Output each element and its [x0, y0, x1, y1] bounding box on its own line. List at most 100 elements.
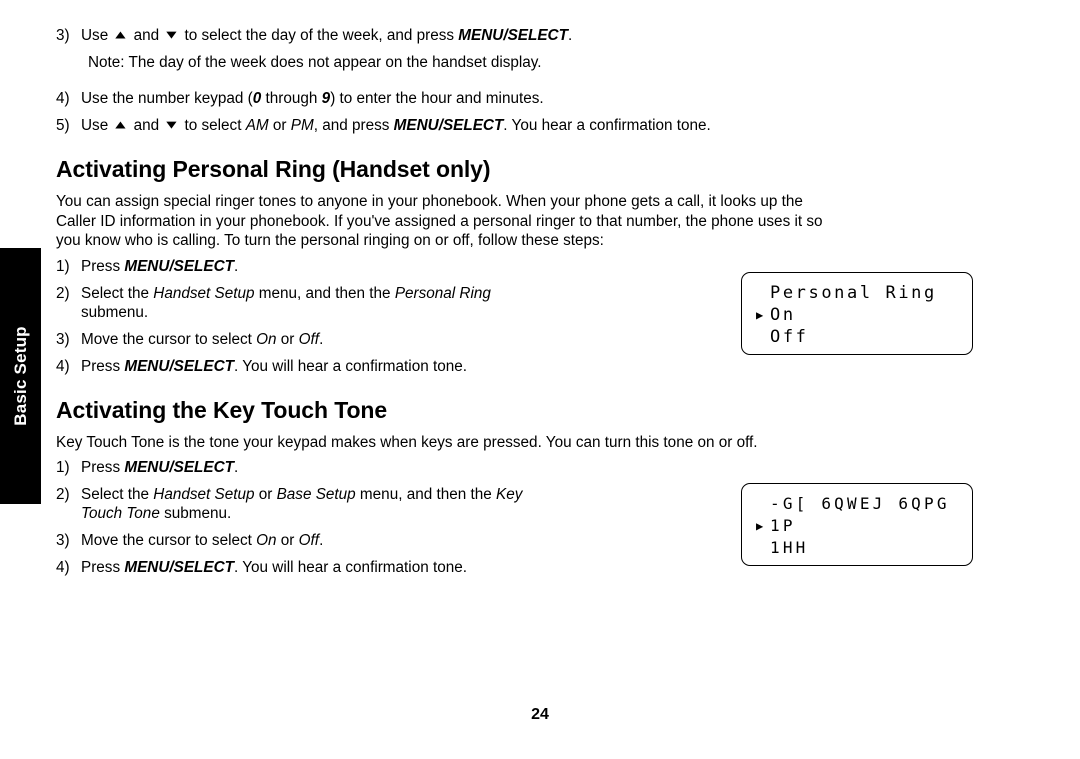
step-text-mid: menu, and then the	[254, 284, 395, 302]
step-item: 4) Use the number keypad (0 through 9) to…	[56, 89, 1016, 108]
step-text-lead: Press	[81, 459, 125, 476]
step-text-mid: or	[276, 532, 299, 549]
step-text-lead: Press	[81, 559, 125, 576]
section-heading-personal-ring: Activating Personal Ring (Handset only)	[56, 156, 491, 182]
lcd-title-line: -G[ 6QWEJ 6QPG	[770, 494, 950, 513]
step-number: 1)	[56, 459, 70, 476]
lcd-title-line: Personal Ring	[770, 283, 937, 303]
option-on: On	[256, 532, 277, 549]
key-label: MENU/SELECT	[124, 357, 234, 375]
step-number: 4)	[56, 357, 70, 375]
step-number: 3)	[56, 532, 70, 549]
key-label: MENU/SELECT	[124, 257, 234, 275]
down-triangle-icon: ▼	[163, 27, 181, 42]
option-on: On	[256, 330, 277, 348]
step-item: 3) Use ▲ and ▼ to select the day of the w…	[56, 26, 1016, 45]
step-text-second-line: submenu.	[81, 303, 149, 321]
down-triangle-icon: ▼	[163, 117, 181, 132]
step-text-lead: Move the cursor to select	[81, 532, 257, 549]
key-label: MENU/SELECT	[124, 559, 234, 576]
manual-page: Basic Setup 3) Use ▲ and ▼ to select the …	[0, 0, 1080, 759]
menu-handset-setup: Handset Setup	[153, 486, 255, 503]
top-steps-list: 3) Use ▲ and ▼ to select the day of the w…	[56, 26, 1016, 135]
step-text-mid2: menu, and then the	[355, 486, 497, 503]
intro-line: you know who is calling. To turn the per…	[56, 232, 604, 249]
step-text-pre: Use	[81, 27, 113, 44]
step-text-tail: .	[567, 27, 573, 44]
step-number: 2)	[56, 284, 70, 302]
step-text-lead: Press	[81, 357, 125, 375]
step-text-pre: Use	[81, 117, 113, 134]
step-text-lead: Move the cursor to select	[81, 330, 257, 348]
keypad-digit-nine: 9	[321, 90, 331, 107]
lcd-content: -G[ 6QWEJ 6QPG ▶ 1P 1HH	[756, 493, 1080, 559]
step-text-mid: and	[129, 27, 164, 44]
lcd-option-line: Off	[756, 326, 1080, 348]
section-intro-key-touch-tone: Key Touch Tone is the tone your keypad m…	[56, 433, 1016, 453]
step-number: 5)	[56, 117, 70, 134]
menu-base-setup: Base Setup	[276, 486, 356, 503]
page-number: 24	[531, 706, 549, 723]
step-number: 1)	[56, 257, 70, 275]
step-number: 4)	[56, 90, 70, 107]
step-text-c: ) to enter the hour and minutes.	[330, 90, 544, 107]
lcd-selected-line: ▶ On	[756, 304, 1080, 326]
lcd-option-on: On	[770, 305, 796, 325]
step-item: 5) Use ▲ and ▼ to select AM or PM, and pr…	[56, 116, 1016, 135]
lcd-cursor-icon: ▶	[756, 308, 764, 322]
side-tab-basic-setup: Basic Setup	[0, 248, 41, 504]
step-text-second-line-tail: submenu.	[159, 505, 232, 522]
step-text-lead: Select the	[81, 284, 154, 302]
key-label: MENU/SELECT	[458, 27, 568, 44]
section-intro-personal-ring: You can assign special ringer tones to a…	[56, 192, 1016, 251]
key-label: MENU/SELECT	[393, 117, 504, 134]
step-text-tail: .	[234, 459, 239, 476]
menu-key-touch-tone-part1: Key	[496, 486, 523, 503]
step-text-post: to select the day of the week, and press	[180, 27, 459, 44]
step-text-post2: , and press	[313, 117, 394, 134]
lcd-content: Personal Ring ▶ On Off	[756, 282, 1080, 348]
lcd-selected-line: ▶ 1P	[756, 515, 1080, 537]
lcd-option-on: 1P	[770, 516, 796, 535]
key-label: MENU/SELECT	[124, 459, 234, 476]
step-number: 2)	[56, 486, 70, 503]
lcd-cursor-icon: ▶	[756, 519, 764, 533]
side-tab-label: Basic Setup	[10, 326, 30, 426]
up-triangle-icon: ▲	[112, 27, 130, 42]
lcd-option-off: Off	[770, 327, 809, 347]
lcd-option-off: 1HH	[770, 538, 809, 557]
step-number: 4)	[56, 559, 70, 576]
intro-line: Key Touch Tone is the tone your keypad m…	[56, 433, 758, 451]
step-text-lead: Press	[81, 257, 125, 275]
step-text-tail: . You hear a confirmation tone.	[503, 117, 711, 134]
step-text-tail: .	[319, 330, 324, 348]
option-off: Off	[298, 330, 320, 348]
step-text-post: to select	[180, 117, 246, 134]
section-heading-key-touch-tone: Activating the Key Touch Tone	[56, 396, 388, 423]
keypad-digit-zero: 0	[252, 90, 262, 107]
step-text-a: Use the number keypad (	[81, 90, 253, 107]
menu-personal-ring: Personal Ring	[394, 284, 491, 302]
step-text-mid2: or	[268, 117, 291, 134]
step-item: 1) Press MENU/SELECT.	[56, 458, 1016, 477]
step-text-mid: or	[254, 486, 277, 503]
step-text-mid: and	[129, 117, 164, 134]
step-number: 3)	[56, 27, 70, 44]
lcd-screen-personal-ring: Personal Ring ▶ On Off	[741, 272, 973, 355]
lcd-option-line: 1HH	[756, 537, 1080, 559]
pm-label: PM	[290, 117, 314, 134]
option-off: Off	[298, 532, 320, 549]
step-text-tail: . You will hear a confirmation tone.	[234, 559, 467, 576]
step-text-tail: . You will hear a confirmation tone.	[234, 357, 467, 375]
menu-key-touch-tone-part2: Touch Tone	[81, 505, 160, 522]
step-text-tail: .	[319, 532, 324, 549]
step-text-b: through	[261, 90, 322, 107]
step-text-tail: .	[234, 257, 239, 275]
menu-handset-setup: Handset Setup	[153, 284, 255, 302]
step-note-text: Note: The day of the week does not appea…	[88, 54, 542, 71]
am-label: AM	[245, 117, 269, 134]
intro-line: Caller ID information in your phonebook.…	[56, 212, 823, 230]
step-note: Note: The day of the week does not appea…	[56, 53, 1016, 72]
step-item: 4) Press MENU/SELECT. You will hear a con…	[56, 357, 1016, 376]
intro-line: You can assign special ringer tones to a…	[56, 193, 803, 210]
